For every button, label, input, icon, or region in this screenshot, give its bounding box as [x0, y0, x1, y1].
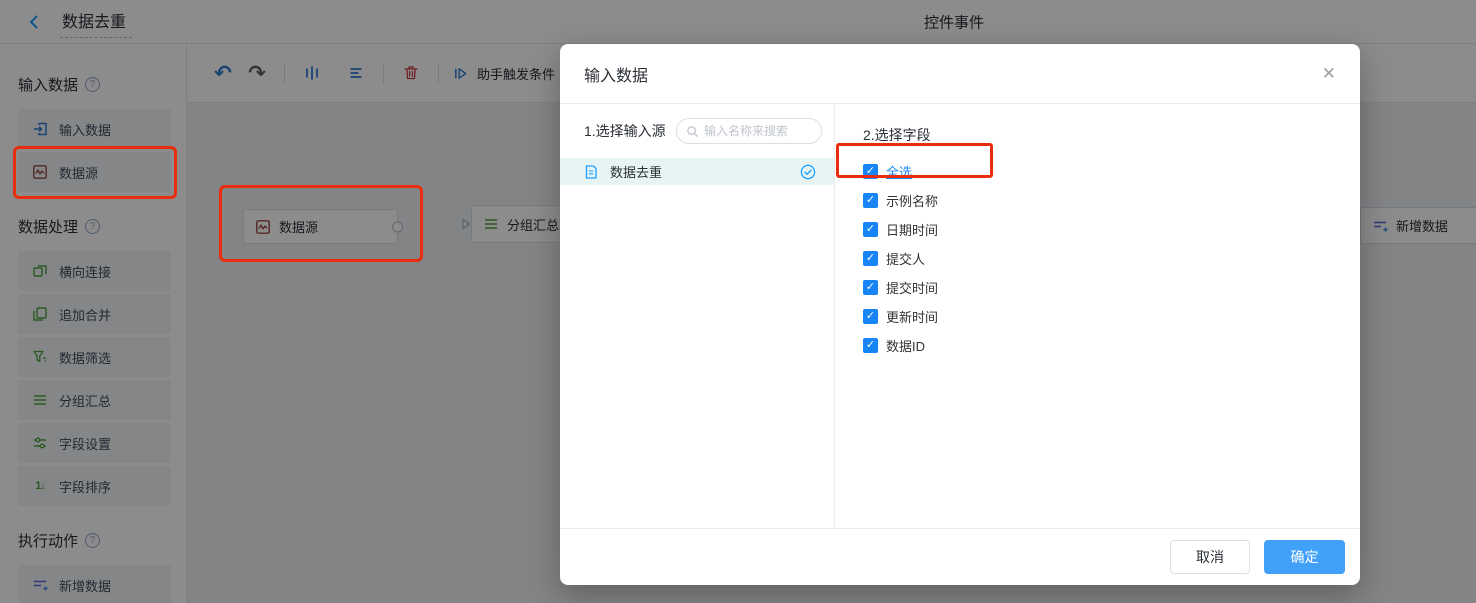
modal-body: 1.选择输入源 数据去重	[560, 104, 1360, 528]
modal-footer: 取消 确定	[560, 528, 1360, 585]
form-document-icon	[584, 165, 598, 179]
input-data-modal: 输入数据 1.选择输入源 数据去重	[560, 44, 1360, 585]
modal-header: 输入数据	[560, 44, 1360, 104]
modal-title: 输入数据	[584, 62, 648, 86]
checkbox-checked-icon[interactable]	[863, 222, 878, 237]
selected-check-circle-icon	[800, 164, 816, 180]
source-item-label: 数据去重	[610, 162, 788, 181]
field-checkbox-row[interactable]: 数据ID	[863, 337, 1360, 353]
confirm-button[interactable]: 确定	[1264, 540, 1345, 574]
field-checkbox-row[interactable]: 提交人	[863, 250, 1360, 266]
search-input[interactable]	[704, 124, 812, 138]
app-window: 数据去重 控件事件 输入数据 输入数据 数据源 数据处理	[0, 0, 1476, 603]
field-checkbox-row[interactable]: 日期时间	[863, 221, 1360, 237]
fields-panel: 2.选择字段 全选 示例名称 日期时间 提交人	[835, 104, 1360, 528]
close-icon[interactable]	[1322, 65, 1336, 82]
checkbox-checked-icon[interactable]	[863, 251, 878, 266]
field-checkbox-row[interactable]: 更新时间	[863, 308, 1360, 324]
checkbox-checked-icon[interactable]	[863, 164, 878, 179]
source-list-item[interactable]: 数据去重	[560, 158, 834, 185]
source-panel-label: 1.选择输入源	[584, 121, 666, 141]
checkbox-checked-icon[interactable]	[863, 338, 878, 353]
search-icon	[686, 125, 699, 138]
field-checkbox-row[interactable]: 提交时间	[863, 279, 1360, 295]
select-all-checkbox-row[interactable]: 全选	[863, 163, 1360, 179]
select-all-label[interactable]: 全选	[886, 162, 912, 181]
cancel-button[interactable]: 取消	[1170, 540, 1250, 574]
source-search[interactable]	[676, 118, 822, 144]
checkbox-checked-icon[interactable]	[863, 309, 878, 324]
checkbox-checked-icon[interactable]	[863, 193, 878, 208]
source-panel: 1.选择输入源 数据去重	[560, 104, 835, 528]
fields-panel-label: 2.选择字段	[863, 125, 1360, 145]
checkbox-checked-icon[interactable]	[863, 280, 878, 295]
field-checkbox-row[interactable]: 示例名称	[863, 192, 1360, 208]
